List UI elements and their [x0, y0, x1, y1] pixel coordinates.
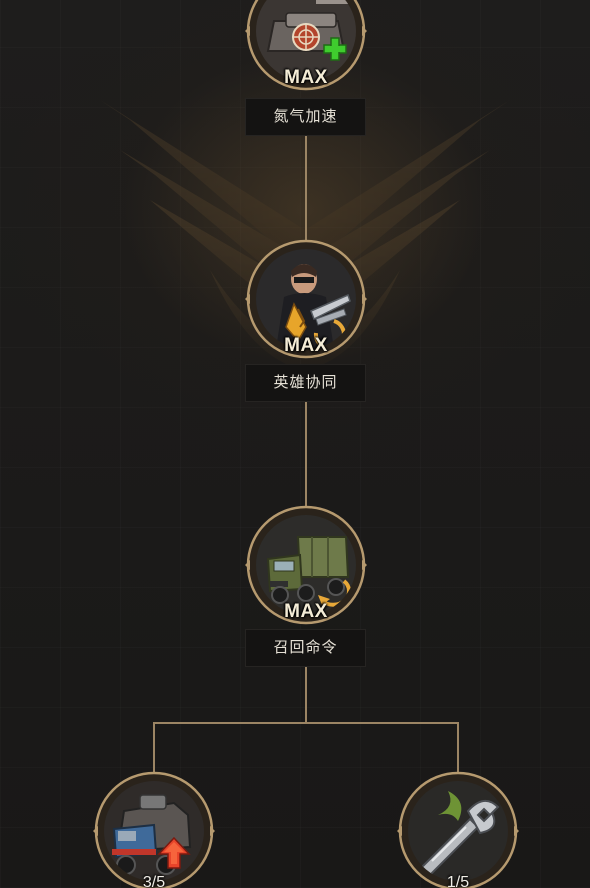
skill-name-label: 英雄协同 [245, 364, 366, 402]
connector-branch-horizontal [153, 722, 459, 724]
node-level-progress: 3/5 [142, 874, 166, 888]
hero-soldier-icon [256, 249, 356, 349]
connector-line-1 [305, 136, 307, 240]
connector-branch-right [457, 722, 459, 774]
skill-node-nitro-boost[interactable]: MAX [245, 0, 367, 92]
node-level-max: MAX [284, 601, 328, 622]
node-level-max: MAX [284, 67, 328, 88]
skill-name-label: 召回命令 [245, 629, 366, 667]
upgrade-arrow-icon [157, 836, 191, 869]
connector-line-2 [305, 402, 307, 506]
skill-name-label: 氮气加速 [245, 98, 366, 136]
connector-branch-left [153, 722, 155, 774]
node-level-progress: 1/5 [446, 874, 470, 888]
skill-node-repair-wrench[interactable]: 1/5 [397, 770, 519, 888]
skill-node-hero-synergy[interactable]: MAX [245, 238, 367, 360]
skill-node-armored-truck[interactable]: 3/5 [93, 770, 215, 888]
connector-line-3 [305, 667, 307, 723]
skill-tree-screen: MAX 氮气加速 MAX 英雄协同 MAX 召回命令 3/5 1/5 [0, 0, 590, 888]
node-level-max: MAX [284, 335, 328, 356]
wrench-icon [408, 781, 508, 881]
recall-truck-icon [256, 515, 356, 615]
skill-node-recall-command[interactable]: MAX [245, 504, 367, 626]
